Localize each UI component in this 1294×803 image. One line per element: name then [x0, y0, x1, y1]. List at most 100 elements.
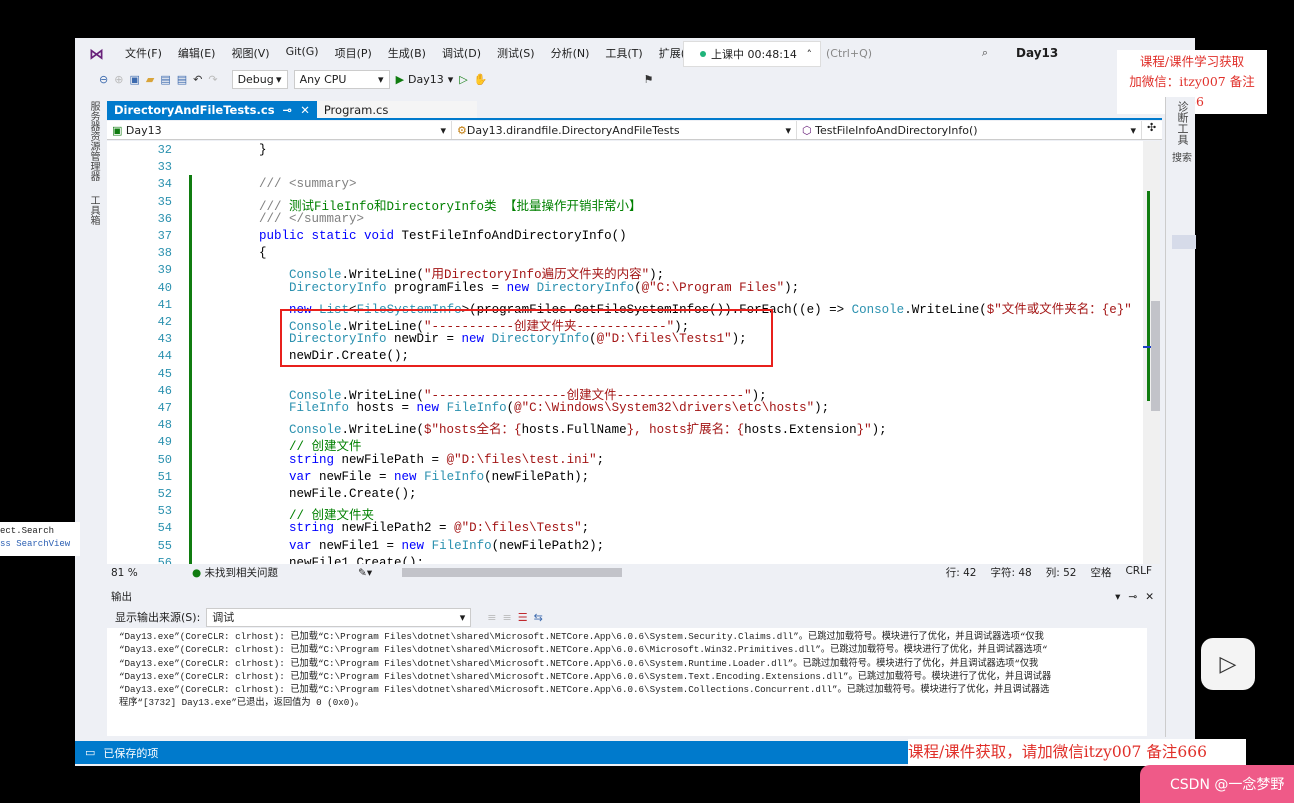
popup-line: ss SearchView	[0, 539, 71, 549]
code-line[interactable]: FileInfo hosts = new FileInfo(@"C:\Windo…	[199, 401, 829, 415]
toolbar: ⊖ ⊕ ▣ ▰ ▤ ▤ ↶ ↷ Debug ▾ Any CPU ▾ ▶ Day13 ▾ ▷ ✋…	[75, 67, 1115, 91]
code-line[interactable]: /// 测试FileInfo和DirectoryInfo类 【批量操作开销非常小…	[199, 195, 642, 214]
code-token: (	[506, 401, 515, 415]
brush-icon[interactable]: ✎▾	[358, 567, 372, 579]
code-line[interactable]: string newFilePath = @"D:\files\test.ini…	[199, 453, 604, 467]
menu-item[interactable]: 生成(B)	[380, 45, 434, 61]
goto-next-icon[interactable]: ≡	[503, 611, 512, 624]
hot-reload-icon[interactable]: ✋	[474, 73, 488, 86]
output-source-dropdown[interactable]: 调试 ▾	[206, 607, 472, 627]
output-toolbar: 显示输出来源(S): 调试 ▾ ≡ ≡ ☰ ⇆	[107, 607, 1162, 627]
menu-item[interactable]: 调试(D)	[434, 45, 489, 61]
line-number: 56	[157, 555, 172, 564]
open-folder-icon[interactable]: ▰	[146, 73, 154, 86]
code-editor[interactable]: 32 } 33 34 /// <summary> 35 /// 测试FileInfo和…	[107, 141, 1143, 564]
code-line[interactable]: public static void TestFileInfoAndDirect…	[199, 229, 627, 243]
line-number: 52	[157, 487, 172, 501]
code-token: /// <summary>	[199, 177, 357, 192]
search-input[interactable]: (Ctrl+Q) ⌕	[822, 44, 992, 62]
save-icon[interactable]: ▤	[160, 73, 170, 86]
undo-icon[interactable]: ↶	[193, 73, 202, 86]
project-value: Day13	[125, 123, 162, 137]
code-line[interactable]: Console.WriteLine("------------------创建文…	[199, 384, 767, 403]
code-token: hosts =	[349, 401, 417, 415]
output-text[interactable]: “Day13.exe”(CoreCLR: clrhost): 已加载“C:\Pr…	[107, 628, 1147, 736]
pin-icon[interactable]: ⊸	[283, 103, 293, 117]
server-explorer-tab[interactable]: 服务器资源管理器	[86, 101, 101, 181]
platform-dropdown[interactable]: Any CPU ▾	[293, 69, 390, 89]
code-line[interactable]: {	[199, 246, 267, 260]
code-line[interactable]: }	[199, 143, 267, 157]
save-all-icon[interactable]: ▤	[177, 73, 187, 86]
clear-all-icon[interactable]: ☰	[518, 611, 528, 624]
menu-item[interactable]: Git(G)	[278, 45, 327, 61]
close-icon[interactable]: ✕	[1145, 591, 1154, 603]
search-label[interactable]: 搜索	[1172, 149, 1192, 164]
code-line[interactable]: string newFilePath2 = @"D:\files\Tests";	[199, 521, 589, 535]
menu-item[interactable]: 工具(T)	[597, 45, 650, 61]
menu-item[interactable]: 文件(F)	[117, 45, 170, 61]
forward-icon[interactable]: ⊕	[114, 73, 123, 86]
menu-item[interactable]: 分析(N)	[543, 45, 598, 61]
goto-prev-icon[interactable]: ≡	[487, 611, 496, 624]
code-line[interactable]: var newFile1 = new FileInfo(newFilePath2…	[199, 539, 604, 553]
code-token: @"D:\files\test.ini"	[446, 452, 597, 467]
line-number: 43	[157, 332, 172, 347]
bookmark-icon[interactable]: ⚑	[643, 73, 653, 86]
class-dropdown[interactable]: ⚙Day13.dirandfile.DirectoryAndFileTests ▾	[452, 121, 797, 139]
code-line[interactable]: newFile1.Create();	[199, 556, 424, 564]
tab-directoryandfiletests[interactable]: DirectoryAndFileTests.cs ⊸ ✕	[107, 101, 317, 118]
diagnostic-tools-tab[interactable]: 诊断工具	[1174, 101, 1190, 145]
code-line[interactable]: /// <summary>	[199, 177, 357, 191]
pin-icon[interactable]: ⊸	[1128, 591, 1137, 603]
tab-program[interactable]: Program.cs	[316, 101, 477, 118]
config-dropdown[interactable]: Debug ▾	[231, 69, 288, 89]
class-icon: ⚙	[457, 123, 467, 137]
new-project-icon[interactable]: ▣	[129, 73, 139, 86]
zoom-level[interactable]: 81 %	[107, 567, 162, 579]
code-line[interactable]: // 创建文件	[199, 435, 362, 454]
code-token: FileInfo	[199, 401, 350, 415]
start-button[interactable]: ▶ Day13 ▾	[396, 73, 454, 86]
code-token: newFile =	[311, 469, 395, 484]
redo-icon[interactable]: ↷	[208, 73, 217, 86]
editor-scrollbar[interactable]	[1143, 141, 1160, 564]
code-line[interactable]: DirectoryInfo programFiles = new Directo…	[199, 281, 799, 295]
class-timer[interactable]: 上课中 00:48:14 ˄	[683, 41, 821, 67]
highlight-box	[280, 309, 773, 367]
code-line[interactable]: Console.WriteLine($"hosts全名：{hosts.FullN…	[199, 418, 887, 437]
word-wrap-icon[interactable]: ⇆	[534, 611, 543, 624]
line-number: 49	[157, 435, 172, 450]
output-line: 程序“[3732] Day13.exe”已退出，返回值为 0 (0x0)。	[119, 697, 365, 709]
code-token: newFile1 =	[311, 538, 402, 553]
eol-indicator[interactable]: CRLF	[1125, 565, 1152, 580]
member-dropdown[interactable]: ⬡ TestFileInfoAndDirectoryInfo() ▾	[797, 121, 1142, 139]
back-icon[interactable]: ⊖	[99, 73, 108, 86]
horizontal-scrollbar[interactable]	[402, 568, 623, 577]
start-without-debug-icon[interactable]: ▷	[459, 73, 467, 86]
whitespace-indicator[interactable]: 空格	[1090, 565, 1111, 580]
editor-status-bar: 81 % ● 未找到相关问题 ✎▾ 行: 42 字符: 48 列: 52 空格 CRLF	[107, 564, 1162, 581]
code-line[interactable]: newFile.Create();	[199, 487, 417, 501]
line-number: 40	[157, 280, 172, 295]
menu-item[interactable]: 测试(S)	[489, 45, 543, 61]
issues-status[interactable]: 未找到相关问题	[205, 565, 279, 580]
code-token: newFilePath2 =	[334, 521, 455, 536]
toolbox-tab[interactable]: 工具箱	[86, 195, 101, 225]
close-icon[interactable]: ✕	[300, 103, 310, 117]
line-number: 45	[157, 366, 172, 381]
code-line[interactable]: /// </summary>	[199, 212, 364, 226]
code-line[interactable]: Console.WriteLine("用DirectoryInfo遍历文件夹的内…	[199, 263, 664, 282]
line-number: 51	[157, 469, 172, 484]
video-play-button[interactable]: ▷	[1201, 638, 1255, 690]
split-icon[interactable]: ✣	[1142, 121, 1161, 139]
code-line[interactable]: var newFile = new FileInfo(newFilePath);	[199, 470, 589, 484]
chevron-up-icon[interactable]: ˄	[807, 48, 813, 61]
dropdown-icon[interactable]: ▾	[1115, 591, 1120, 603]
menu-item[interactable]: 编辑(E)	[170, 45, 224, 61]
scroll-thumb[interactable]	[1151, 301, 1160, 411]
menu-item[interactable]: 视图(V)	[223, 45, 277, 61]
menu-item[interactable]: 项目(P)	[327, 45, 380, 61]
project-dropdown[interactable]: ▣ Day13 ▾	[107, 121, 452, 139]
code-line[interactable]: // 创建文件夹	[199, 504, 374, 523]
